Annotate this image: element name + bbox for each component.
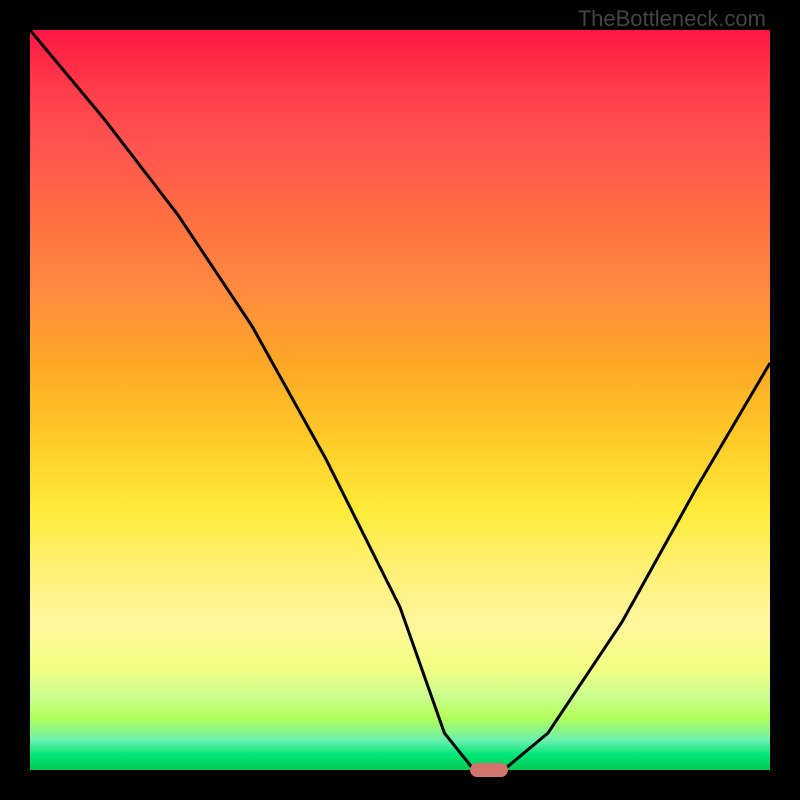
bottleneck-curve — [30, 30, 770, 770]
optimal-marker — [470, 763, 508, 777]
chart-area — [30, 30, 770, 770]
watermark-text: TheBottleneck.com — [578, 6, 766, 32]
